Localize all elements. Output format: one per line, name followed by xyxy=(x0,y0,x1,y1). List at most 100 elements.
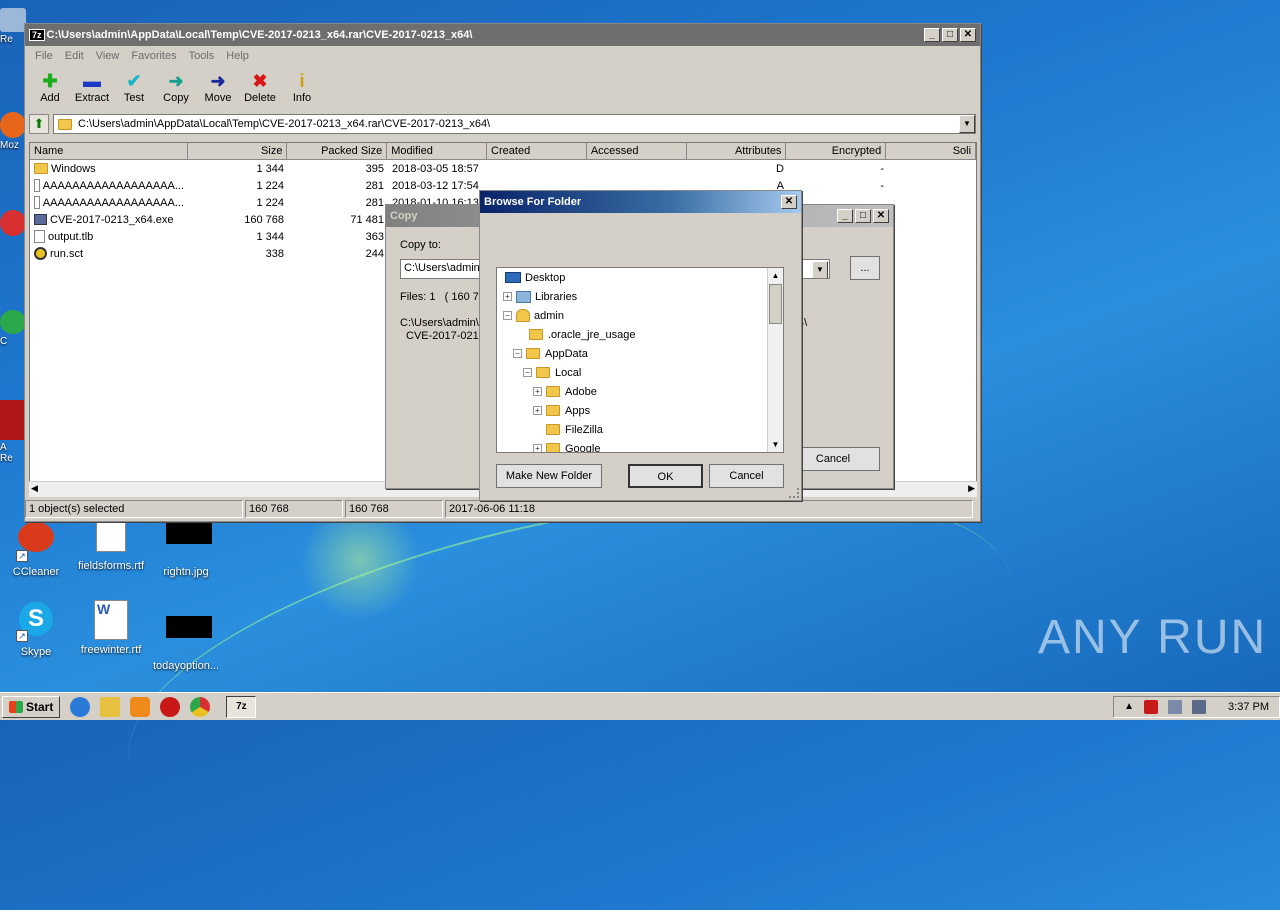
col-created[interactable]: Created xyxy=(487,143,587,160)
tree-item-oracle-jre-usage[interactable]: .oracle_jre_usage xyxy=(497,325,783,344)
info-button[interactable]: i Info xyxy=(281,66,323,112)
menu-favorites[interactable]: Favorites xyxy=(125,50,182,62)
copy-to-dropdown-button[interactable]: ▼ xyxy=(812,261,828,278)
col-name[interactable]: Name xyxy=(30,143,188,160)
media-player-icon[interactable] xyxy=(130,696,151,717)
maximize-button[interactable]: □ xyxy=(855,209,871,223)
desktop-icon-todayoption[interactable]: todayoption... xyxy=(146,600,226,672)
scroll-up-icon[interactable]: ▲ xyxy=(768,268,783,283)
tree-vertical-scrollbar[interactable]: ▲ ▼ xyxy=(767,268,783,452)
volume-icon[interactable] xyxy=(1192,699,1207,714)
collapse-icon[interactable]: − xyxy=(503,311,512,320)
row-name: AAAAAAAAAAAAAAAAAA... xyxy=(42,196,184,209)
address-dropdown-button[interactable]: ▼ xyxy=(959,115,975,133)
menu-edit[interactable]: Edit xyxy=(59,50,90,62)
tree-item-label: Apps xyxy=(565,404,591,417)
firefox-icon[interactable]: Moz xyxy=(0,112,26,158)
menu-tools[interactable]: Tools xyxy=(183,50,221,62)
row-size: 1 224 xyxy=(256,196,284,209)
resize-grip-icon[interactable] xyxy=(789,488,799,498)
tree-item-filezilla[interactable]: FileZilla xyxy=(497,420,783,439)
scroll-left-icon[interactable]: ◀ xyxy=(31,483,38,494)
network-icon[interactable] xyxy=(1168,699,1183,714)
expand-icon[interactable]: + xyxy=(533,387,542,396)
tree-item-appdata[interactable]: − AppData xyxy=(497,344,783,363)
acrobat-edge-icon[interactable]: A Re xyxy=(0,400,26,480)
clock[interactable]: 3:37 PM xyxy=(1228,701,1269,713)
maximize-button[interactable]: □ xyxy=(942,28,958,42)
taskbar-7zip-button[interactable]: 7z xyxy=(226,695,257,718)
tree-item-apps[interactable]: + Apps xyxy=(497,401,783,420)
row-name: run.sct xyxy=(50,247,84,260)
desktop-icon-ccleaner[interactable]: ↗ CCleaner xyxy=(0,516,76,578)
minimize-button[interactable]: _ xyxy=(837,209,853,223)
chrome-edge-icon[interactable]: C xyxy=(0,310,26,356)
menu-view[interactable]: View xyxy=(90,50,126,62)
copy-button[interactable]: ➜ Copy xyxy=(155,66,197,112)
tree-item-adobe[interactable]: + Adobe xyxy=(497,382,783,401)
delete-button[interactable]: ✖ Delete xyxy=(239,66,281,112)
desktop-icon-rightn[interactable]: rightn.jpg xyxy=(146,516,226,578)
main-titlebar[interactable]: 7z C:\Users\admin\AppData\Local\Temp\CVE… xyxy=(25,24,980,46)
row-name: CVE-2017-0213_x64.exe xyxy=(50,213,174,226)
scroll-down-icon[interactable]: ▼ xyxy=(768,437,783,452)
col-solid[interactable]: Soli xyxy=(886,143,976,160)
scroll-right-icon[interactable]: ▶ xyxy=(968,483,975,494)
make-new-folder-button[interactable]: Make New Folder xyxy=(496,464,602,488)
up-folder-button[interactable]: ⬆ xyxy=(29,114,49,134)
tree-item-desktop[interactable]: Desktop xyxy=(497,268,783,287)
col-packed-size[interactable]: Packed Size xyxy=(287,143,388,160)
address-bar: ⬆ C:\Users\admin\AppData\Local\Temp\CVE-… xyxy=(25,112,980,136)
app-edge-icon[interactable] xyxy=(0,210,26,256)
action-center-flag-icon[interactable] xyxy=(1144,699,1159,714)
desktop-icon-fieldsforms[interactable]: fieldsforms.rtf xyxy=(71,516,151,572)
close-button[interactable]: ✕ xyxy=(960,28,976,42)
expand-icon[interactable]: + xyxy=(503,292,512,301)
browse-button[interactable]: ... xyxy=(850,256,880,280)
col-accessed[interactable]: Accessed xyxy=(586,143,687,160)
col-encrypted[interactable]: Encrypted xyxy=(786,143,887,160)
show-hidden-icons-icon[interactable]: ▲ xyxy=(1124,701,1134,712)
close-button[interactable]: ✕ xyxy=(873,209,889,223)
internet-explorer-icon[interactable] xyxy=(70,696,91,717)
col-modified[interactable]: Modified xyxy=(387,143,488,160)
col-attributes[interactable]: Attributes xyxy=(686,143,787,160)
table-row[interactable]: Windows 1 344 395 2018-03-05 18:57 D - xyxy=(30,160,976,177)
collapse-icon[interactable]: − xyxy=(513,349,522,358)
move-button[interactable]: ➜ Move xyxy=(197,66,239,112)
scroll-thumb[interactable] xyxy=(769,284,782,324)
close-icon[interactable]: ✕ xyxy=(781,195,797,209)
minimize-button[interactable]: _ xyxy=(924,28,940,42)
tree-item-libraries[interactable]: + Libraries xyxy=(497,287,783,306)
collapse-icon[interactable]: − xyxy=(523,368,532,377)
address-field[interactable]: C:\Users\admin\AppData\Local\Temp\CVE-20… xyxy=(53,114,976,134)
windows-logo-icon xyxy=(9,700,23,713)
row-packed: 71 481 xyxy=(350,213,384,226)
library-icon xyxy=(516,290,531,303)
chevron-down-icon: ▼ xyxy=(816,265,824,274)
start-label: Start xyxy=(26,699,54,714)
row-packed: 281 xyxy=(365,179,384,192)
browse-dialog-titlebar[interactable]: Browse For Folder ✕ xyxy=(480,191,801,213)
col-size[interactable]: Size xyxy=(187,143,288,160)
recycle-bin-icon[interactable]: Re xyxy=(0,8,26,54)
tree-item-google[interactable]: + Google xyxy=(497,439,783,452)
browse-cancel-button[interactable]: Cancel xyxy=(709,464,784,488)
ok-button[interactable]: OK xyxy=(628,464,703,488)
expand-icon[interactable]: + xyxy=(533,406,542,415)
extract-button[interactable]: ▬ Extract xyxy=(71,66,113,112)
menu-help[interactable]: Help xyxy=(220,50,255,62)
explorer-folder-icon[interactable] xyxy=(100,696,121,717)
desktop-icon-freewinter[interactable]: W freewinter.rtf xyxy=(71,600,151,656)
menu-file[interactable]: File xyxy=(29,50,59,62)
chrome-icon[interactable] xyxy=(190,696,211,717)
add-button[interactable]: ✚ Add xyxy=(29,66,71,112)
tree-item-local[interactable]: − Local xyxy=(497,363,783,382)
desktop-icon-skype[interactable]: S ↗ Skype xyxy=(0,600,76,658)
tree-item-admin[interactable]: − admin xyxy=(497,306,783,325)
test-button[interactable]: ✔ Test xyxy=(113,66,155,112)
start-button[interactable]: Start xyxy=(2,695,61,718)
opera-icon[interactable] xyxy=(160,696,181,717)
address-text: C:\Users\admin\AppData\Local\Temp\CVE-20… xyxy=(78,118,491,130)
expand-icon[interactable]: + xyxy=(533,444,542,452)
